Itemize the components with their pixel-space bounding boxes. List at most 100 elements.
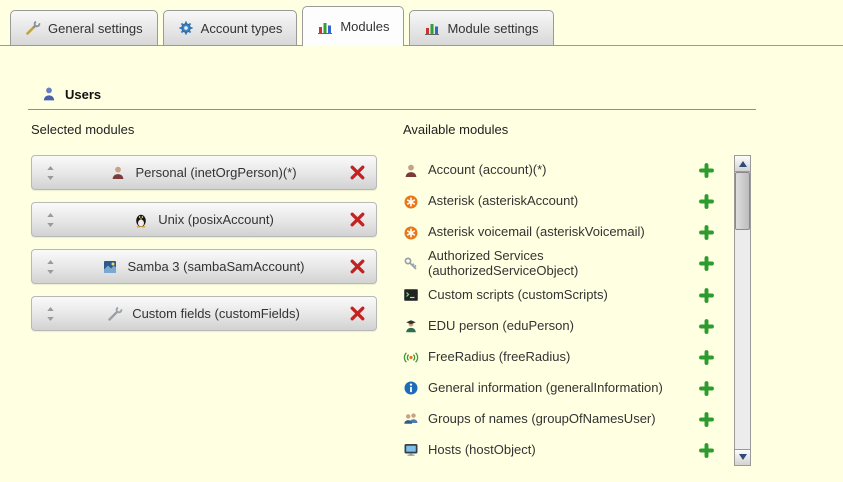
add-module-button[interactable] (699, 225, 714, 240)
lam-configuration-page: General settings Account types Modules M… (0, 0, 843, 482)
available-module-row: General information (generalInformation) (403, 373, 730, 404)
selected-modules-header: Selected modules (31, 122, 377, 137)
arrow-down-icon (739, 454, 747, 460)
module-label: Unix (posixAccount) (158, 212, 274, 227)
available-module-row: Groups of names (groupOfNamesUser) (403, 404, 730, 435)
remove-module-button[interactable] (349, 164, 366, 181)
module-label: Custom scripts (customScripts) (428, 288, 690, 303)
available-modules-list: Account (account)(*) Asterisk (403, 155, 730, 466)
module-label: Account (account)(*) (428, 163, 690, 178)
graduate-icon (403, 318, 419, 334)
scrollbar-track[interactable] (735, 172, 750, 449)
module-entry: Personal (inetOrgPerson)(*) (58, 165, 349, 181)
add-module-button[interactable] (699, 443, 714, 458)
tab-bar: General settings Account types Modules M… (0, 0, 843, 46)
arrow-up-icon (739, 161, 747, 167)
module-label: General information (generalInformation) (428, 381, 690, 396)
heading-divider (28, 109, 756, 110)
module-label: Asterisk voicemail (asteriskVoicemail) (428, 225, 690, 240)
person-icon (110, 165, 126, 181)
add-module-button[interactable] (699, 256, 714, 271)
samba-icon (102, 259, 118, 275)
asterisk-icon (403, 225, 419, 241)
available-module-row: Asterisk (asteriskAccount) (403, 186, 730, 217)
module-label: EDU person (eduPerson) (428, 319, 690, 334)
module-columns: Selected modules Personal (inetOrgPerson… (28, 122, 815, 466)
add-module-button[interactable] (699, 288, 714, 303)
module-label: Groups of names (groupOfNamesUser) (428, 412, 690, 427)
scrollbar[interactable] (734, 155, 751, 466)
signal-icon (403, 349, 419, 365)
add-module-button[interactable] (699, 350, 714, 365)
add-module-button[interactable] (699, 194, 714, 209)
delete-icon (349, 164, 366, 181)
info-icon (403, 380, 419, 396)
selected-module-row[interactable]: Samba 3 (sambaSamAccount) (31, 249, 377, 284)
tab-module-settings[interactable]: Module settings (409, 10, 553, 46)
tab-label: Account types (201, 21, 283, 36)
chart-icon (317, 19, 333, 35)
available-module-row: EDU person (eduPerson) (403, 311, 730, 342)
tools-icon (25, 20, 41, 36)
tools-icon (107, 306, 123, 322)
delete-icon (349, 258, 366, 275)
add-icon (699, 288, 714, 303)
available-module-row: Authorized Services (authorizedServiceOb… (403, 248, 730, 280)
tab-general-settings[interactable]: General settings (10, 10, 158, 46)
module-label: Hosts (hostObject) (428, 443, 690, 458)
terminal-icon (403, 287, 419, 303)
module-entry: Samba 3 (sambaSamAccount) (58, 259, 349, 275)
key-icon (403, 256, 419, 272)
drag-handle-icon[interactable] (42, 166, 58, 180)
selected-module-row[interactable]: Custom fields (customFields) (31, 296, 377, 331)
add-icon (699, 256, 714, 271)
drag-handle-icon[interactable] (42, 307, 58, 321)
drag-handle-icon[interactable] (42, 213, 58, 227)
selected-module-row[interactable]: Unix (posixAccount) (31, 202, 377, 237)
gear-icon (178, 20, 194, 36)
delete-icon (349, 305, 366, 322)
tab-label: General settings (48, 21, 143, 36)
delete-icon (349, 211, 366, 228)
module-label: Authorized Services (authorizedServiceOb… (428, 249, 690, 279)
drag-handle-icon[interactable] (42, 260, 58, 274)
add-module-button[interactable] (699, 163, 714, 178)
tux-icon (133, 212, 149, 228)
add-module-button[interactable] (699, 381, 714, 396)
add-module-button[interactable] (699, 319, 714, 334)
available-modules-column: Available modules Account (account)(*) (403, 122, 753, 466)
person-icon (403, 163, 419, 179)
add-icon (699, 412, 714, 427)
tab-modules[interactable]: Modules (302, 6, 404, 46)
account-type-heading: Users (41, 86, 815, 102)
available-module-row: Account (account)(*) (403, 155, 730, 186)
tab-account-types[interactable]: Account types (163, 10, 298, 46)
selected-modules-column: Selected modules Personal (inetOrgPerson… (31, 122, 377, 466)
module-label: Asterisk (asteriskAccount) (428, 194, 690, 209)
section-title: Users (65, 87, 101, 102)
add-icon (699, 194, 714, 209)
add-icon (699, 163, 714, 178)
available-module-row: Asterisk voicemail (asteriskVoicemail) (403, 217, 730, 248)
add-icon (699, 381, 714, 396)
available-modules-body: Account (account)(*) Asterisk (403, 155, 753, 466)
remove-module-button[interactable] (349, 258, 366, 275)
scrollbar-thumb[interactable] (735, 172, 750, 230)
available-module-row: Hosts (hostObject) (403, 435, 730, 466)
user-icon (41, 86, 57, 102)
scroll-up-button[interactable] (735, 156, 750, 172)
modules-panel: Users Selected modules Personal (inetOrg… (0, 86, 843, 466)
remove-module-button[interactable] (349, 305, 366, 322)
tab-label: Modules (340, 19, 389, 34)
add-icon (699, 350, 714, 365)
add-icon (699, 319, 714, 334)
module-label: Custom fields (customFields) (132, 306, 300, 321)
add-icon (699, 225, 714, 240)
selected-module-row[interactable]: Personal (inetOrgPerson)(*) (31, 155, 377, 190)
tab-label: Module settings (447, 21, 538, 36)
add-module-button[interactable] (699, 412, 714, 427)
remove-module-button[interactable] (349, 211, 366, 228)
scroll-down-button[interactable] (735, 449, 750, 465)
add-icon (699, 443, 714, 458)
asterisk-icon (403, 194, 419, 210)
